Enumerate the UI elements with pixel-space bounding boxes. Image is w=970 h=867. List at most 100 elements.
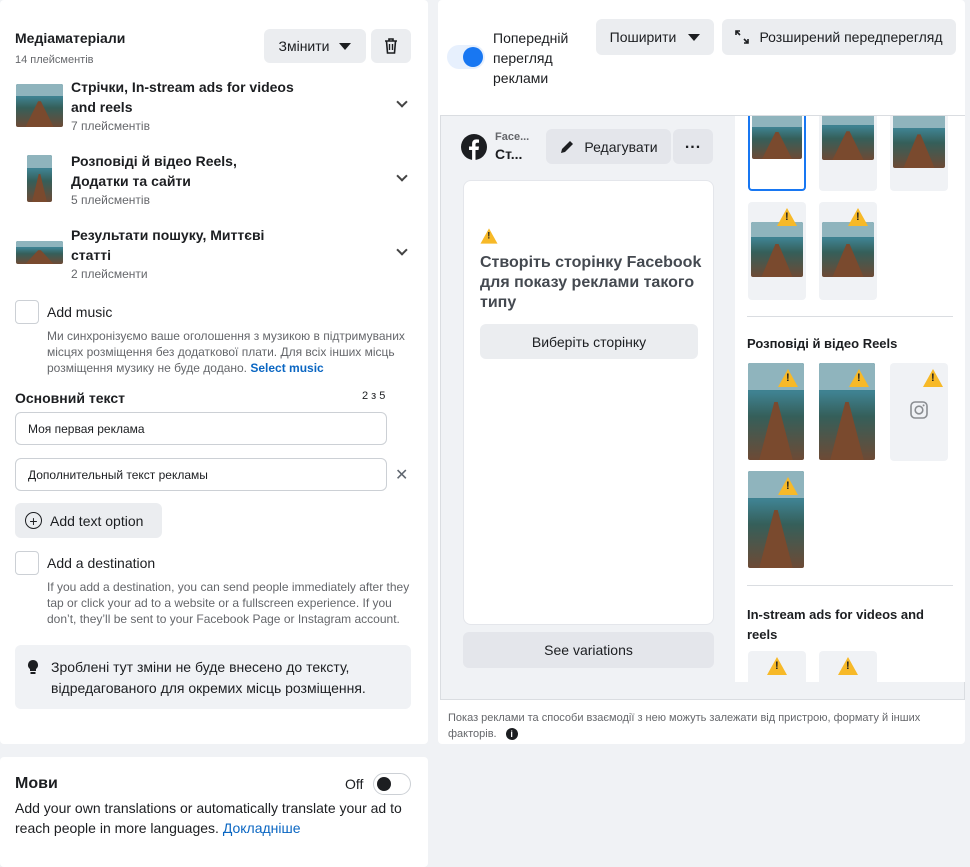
languages-desc-row: reach people in more languages. Докладні… [15, 820, 301, 836]
learn-more-link[interactable]: Докладніше [223, 820, 301, 836]
placement-card[interactable] [819, 116, 877, 191]
preview-toggle[interactable] [447, 45, 485, 69]
divider [747, 316, 953, 317]
destination-desc-line1: If you add a destination, you can send p… [47, 580, 410, 594]
toggle-knob [377, 777, 391, 791]
placement-card[interactable] [819, 651, 877, 682]
delete-button[interactable] [371, 29, 411, 63]
placement-card[interactable] [748, 202, 806, 300]
card-image [893, 116, 945, 168]
more-options-button[interactable]: ... [673, 129, 713, 164]
group-title-line2: Додатки та сайти [71, 173, 191, 189]
primary-text-value-1: Моя первая реклама [28, 421, 145, 436]
placement-group-feeds[interactable]: Стрічки, In-stream ads for videos and re… [0, 76, 428, 136]
primary-text-label: Основний текст [15, 390, 125, 406]
chevron-down-icon[interactable] [396, 170, 408, 182]
languages-toggle-label: Off [345, 776, 364, 792]
story-card[interactable] [819, 363, 875, 460]
warning-icon [778, 369, 798, 387]
group-title-line2: статті [71, 247, 112, 263]
choose-page-button[interactable]: Виберіть сторінку [480, 324, 698, 359]
remove-text-button[interactable]: ✕ [395, 465, 408, 485]
chevron-down-icon[interactable] [396, 244, 408, 256]
primary-text-field-1[interactable]: Моя первая реклама [15, 412, 387, 445]
divider [747, 585, 953, 586]
languages-desc-line2: reach people in more languages. [15, 820, 219, 836]
info-icon[interactable]: i [505, 728, 518, 740]
add-text-option-button[interactable]: + Add text option [15, 503, 162, 538]
placement-group-stories[interactable]: Розповіді й відео Reels, Додатки та сайт… [0, 150, 428, 210]
instagram-icon [910, 401, 928, 419]
warning-icon [848, 208, 868, 226]
add-destination-checkbox[interactable] [15, 551, 39, 575]
search-thumbnail [16, 241, 63, 264]
preview-area: Face... Ст... Редагувати ... Створіть ст… [440, 115, 965, 700]
placement-group-search[interactable]: Результати пошуку, Миттєві статті 2 плей… [0, 224, 428, 284]
add-text-option-label: Add text option [50, 512, 144, 529]
group-title-line1: Розповіді й відео Reels, [71, 153, 237, 169]
placement-card[interactable] [819, 202, 877, 300]
music-desc-line3: розміщення музику не буде додано. [47, 361, 248, 375]
see-variations-label: See variations [544, 642, 633, 658]
warning-icon [778, 477, 798, 495]
primary-text-counter: 2 з 5 [362, 390, 386, 402]
toggle-line1: Попередній [493, 30, 569, 46]
plus-circle-icon: + [25, 512, 42, 529]
advanced-preview-button[interactable]: Розширений передперегляд [722, 19, 956, 55]
info-line1: Зроблені тут зміни не буде внесено до те… [51, 659, 350, 675]
change-button[interactable]: Змінити [264, 29, 366, 63]
primary-text-value-2: Дополнительный текст рекламы [28, 467, 208, 482]
warning-line3: типу [480, 294, 517, 311]
warning-icon [777, 208, 797, 226]
primary-text-field-2[interactable]: Дополнительный текст рекламы [15, 458, 387, 491]
media-title: Медіаматеріали [15, 30, 126, 46]
card-image [822, 222, 874, 277]
trash-icon [385, 38, 397, 54]
edit-button[interactable]: Редагувати [546, 129, 671, 164]
caret-down-icon [339, 42, 352, 50]
page-name-top: Face... [495, 131, 530, 143]
add-music-label: Add music [47, 304, 113, 320]
placement-card-selected[interactable] [748, 116, 806, 191]
instream-title-line2: reels [747, 627, 778, 642]
chevron-down-icon[interactable] [396, 96, 408, 108]
warning-icon [923, 369, 943, 387]
add-music-checkbox[interactable] [15, 300, 39, 324]
choose-page-label: Виберіть сторінку [531, 333, 647, 350]
media-panel: Медіаматеріали 14 плейсментів Змінити Ст… [0, 0, 428, 744]
story-card[interactable] [748, 363, 804, 460]
warning-icon [838, 657, 858, 675]
warning-icon [849, 369, 869, 387]
group-title-line1: Стрічки, In-stream ads for videos [71, 79, 294, 95]
feed-thumbnail [16, 84, 63, 127]
placement-card[interactable] [748, 651, 806, 682]
story-card-instagram[interactable] [890, 363, 948, 461]
lightbulb-icon [28, 660, 38, 674]
toggle-line2: перегляд [493, 50, 553, 66]
page-name-bottom: Ст... [495, 146, 523, 162]
warning-title: Створіть сторінку Facebook для показу ре… [480, 253, 701, 313]
story-card[interactable] [748, 471, 804, 568]
media-subtitle: 14 плейсментів [15, 54, 94, 66]
placement-card[interactable] [890, 116, 948, 191]
more-icon: ... [684, 134, 702, 152]
edit-label: Редагувати [584, 138, 658, 155]
pencil-icon [561, 140, 574, 153]
story-thumbnail [27, 155, 52, 202]
ad-preview-card: Створіть сторінку Facebook для показу ре… [463, 180, 714, 625]
group-title-line1: Результати пошуку, Миттєві [71, 227, 265, 243]
expand-icon [735, 30, 750, 44]
see-variations-button[interactable]: See variations [463, 632, 714, 668]
group-title-line2: and reels [71, 99, 133, 115]
languages-desc-line1: Add your own translations or automatical… [15, 800, 402, 816]
music-desc-line1: Ми синхронізуємо ваше оголошення з музик… [47, 329, 405, 343]
music-desc-line2: місцях розміщення без додаткової плати. … [47, 345, 395, 359]
advanced-preview-label: Розширений передперегляд [759, 29, 943, 45]
card-image [752, 116, 802, 159]
languages-toggle[interactable] [373, 773, 411, 795]
stories-section-title: Розповіді й відео Reels [747, 336, 898, 351]
languages-panel: Мови Off Add your own translations or au… [0, 757, 428, 867]
select-music-link[interactable]: Select music [250, 361, 323, 375]
share-button[interactable]: Поширити [596, 19, 714, 55]
share-label: Поширити [609, 29, 677, 45]
